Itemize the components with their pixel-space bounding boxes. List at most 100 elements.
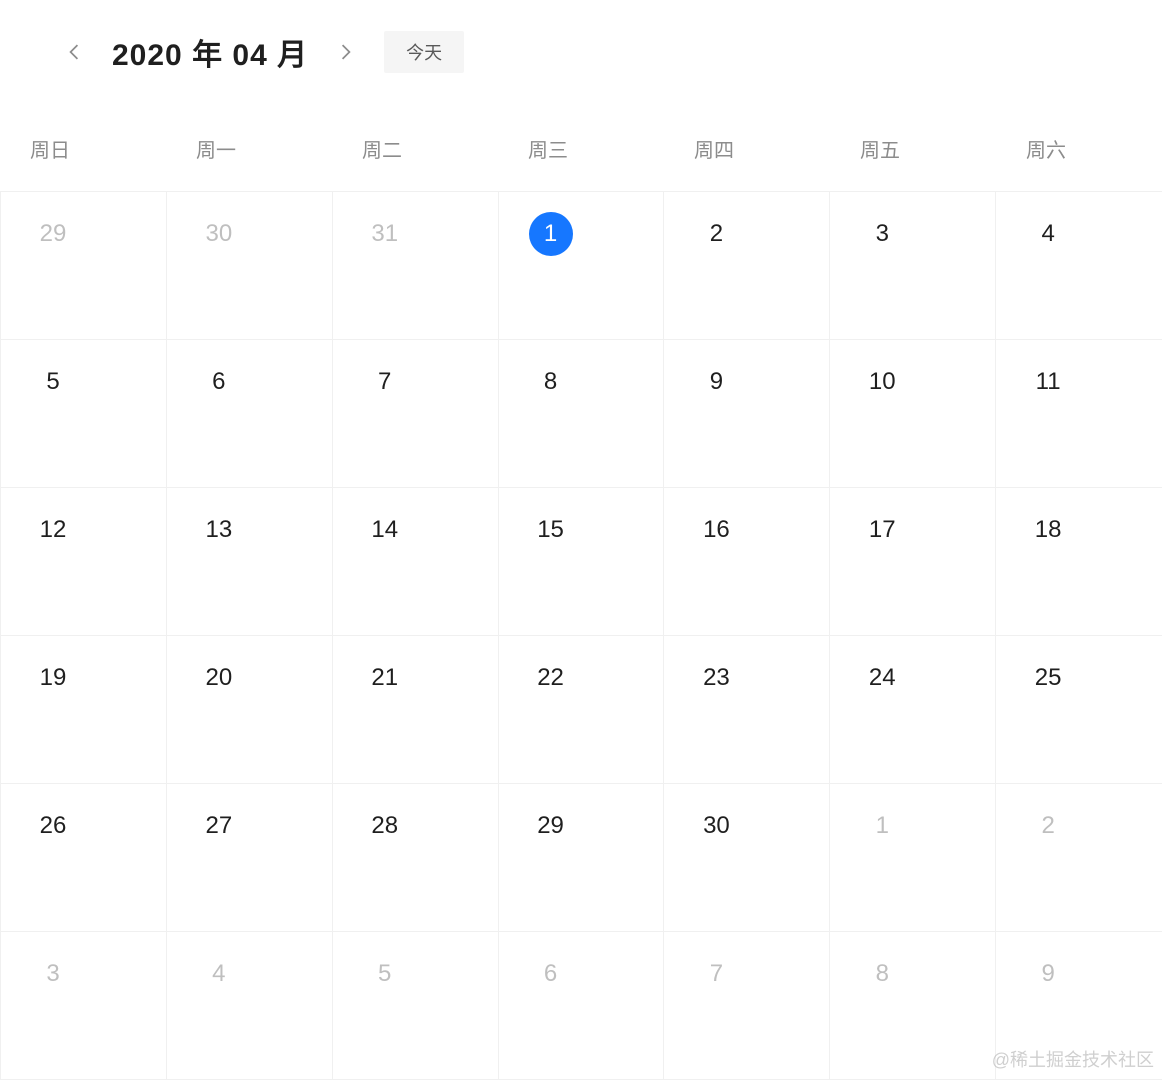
day-number: 12 <box>31 508 75 552</box>
day-cell[interactable]: 5 <box>1 340 167 488</box>
day-number: 6 <box>197 360 241 404</box>
day-number: 30 <box>197 212 241 256</box>
weekday-wed: 周三 <box>498 134 664 163</box>
day-number: 31 <box>363 212 407 256</box>
day-number: 7 <box>694 952 738 996</box>
day-cell[interactable]: 4 <box>996 192 1162 340</box>
day-cell[interactable]: 30 <box>167 192 333 340</box>
day-number: 27 <box>197 804 241 848</box>
day-number: 8 <box>529 360 573 404</box>
day-cell[interactable]: 18 <box>996 488 1162 636</box>
day-number: 7 <box>363 360 407 404</box>
day-number: 2 <box>1026 804 1070 848</box>
weekday-thu: 周四 <box>664 134 830 163</box>
day-number: 19 <box>31 656 75 700</box>
day-number: 18 <box>1026 508 1070 552</box>
day-cell[interactable]: 29 <box>1 192 167 340</box>
day-cell[interactable]: 6 <box>167 340 333 488</box>
day-cell[interactable]: 13 <box>167 488 333 636</box>
day-cell[interactable]: 4 <box>167 932 333 1080</box>
day-number: 1 <box>529 212 573 256</box>
day-cell[interactable]: 7 <box>333 340 499 488</box>
next-month-button[interactable] <box>332 38 360 66</box>
day-cell[interactable]: 29 <box>499 784 665 932</box>
day-cell[interactable]: 28 <box>333 784 499 932</box>
day-number: 4 <box>1026 212 1070 256</box>
day-cell[interactable]: 15 <box>499 488 665 636</box>
day-number: 3 <box>31 952 75 996</box>
day-cell[interactable]: 8 <box>830 932 996 1080</box>
day-number: 29 <box>529 804 573 848</box>
weekday-sat: 周六 <box>996 134 1162 163</box>
day-cell[interactable]: 17 <box>830 488 996 636</box>
day-cell[interactable]: 30 <box>664 784 830 932</box>
day-cell[interactable]: 7 <box>664 932 830 1080</box>
day-cell[interactable]: 27 <box>167 784 333 932</box>
day-number: 9 <box>694 360 738 404</box>
day-number: 10 <box>860 360 904 404</box>
day-cell[interactable]: 20 <box>167 636 333 784</box>
day-number: 1 <box>860 804 904 848</box>
month-title: 2020 年 04 月 <box>112 30 308 74</box>
day-cell[interactable]: 12 <box>1 488 167 636</box>
day-number: 16 <box>694 508 738 552</box>
day-number: 11 <box>1026 360 1070 404</box>
day-cell[interactable]: 5 <box>333 932 499 1080</box>
day-number: 17 <box>860 508 904 552</box>
day-number: 9 <box>1026 952 1070 996</box>
weekday-tue: 周二 <box>332 134 498 163</box>
day-number: 5 <box>363 952 407 996</box>
weekday-row: 周日 周一 周二 周三 周四 周五 周六 <box>0 94 1162 191</box>
day-cell[interactable]: 24 <box>830 636 996 784</box>
day-cell[interactable]: 11 <box>996 340 1162 488</box>
day-cell[interactable]: 19 <box>1 636 167 784</box>
chevron-left-icon <box>69 44 79 60</box>
day-cell[interactable]: 26 <box>1 784 167 932</box>
day-number: 15 <box>529 508 573 552</box>
day-cell[interactable]: 25 <box>996 636 1162 784</box>
day-cell[interactable]: 3 <box>830 192 996 340</box>
prev-month-button[interactable] <box>60 38 88 66</box>
day-cell[interactable]: 14 <box>333 488 499 636</box>
day-cell[interactable]: 8 <box>499 340 665 488</box>
day-number: 2 <box>694 212 738 256</box>
day-cell[interactable]: 23 <box>664 636 830 784</box>
day-number: 22 <box>529 656 573 700</box>
day-cell[interactable]: 1 <box>499 192 665 340</box>
day-cell[interactable]: 16 <box>664 488 830 636</box>
day-number: 3 <box>860 212 904 256</box>
day-number: 21 <box>363 656 407 700</box>
day-cell[interactable]: 3 <box>1 932 167 1080</box>
watermark: @稀土掘金技术社区 <box>992 1046 1154 1072</box>
weekday-fri: 周五 <box>830 134 996 163</box>
day-number: 28 <box>363 804 407 848</box>
day-cell[interactable]: 6 <box>499 932 665 1080</box>
day-number: 13 <box>197 508 241 552</box>
day-number: 30 <box>694 804 738 848</box>
day-number: 6 <box>529 952 573 996</box>
day-cell[interactable]: 2 <box>664 192 830 340</box>
day-cell[interactable]: 9 <box>664 340 830 488</box>
day-number: 23 <box>694 656 738 700</box>
day-cell[interactable]: 31 <box>333 192 499 340</box>
day-number: 29 <box>31 212 75 256</box>
day-number: 4 <box>197 952 241 996</box>
weekday-sun: 周日 <box>0 134 166 163</box>
day-number: 5 <box>31 360 75 404</box>
day-number: 24 <box>860 656 904 700</box>
calendar-header: 2020 年 04 月 今天 <box>0 0 1162 94</box>
day-cell[interactable]: 22 <box>499 636 665 784</box>
day-cell[interactable]: 2 <box>996 784 1162 932</box>
day-number: 20 <box>197 656 241 700</box>
day-number: 26 <box>31 804 75 848</box>
weekday-mon: 周一 <box>166 134 332 163</box>
day-cell[interactable]: 1 <box>830 784 996 932</box>
day-cell[interactable]: 10 <box>830 340 996 488</box>
chevron-right-icon <box>341 44 351 60</box>
day-number: 8 <box>860 952 904 996</box>
today-button[interactable]: 今天 <box>384 31 464 73</box>
calendar-grid: 2930311234567891011121314151617181920212… <box>0 191 1162 1080</box>
day-number: 14 <box>363 508 407 552</box>
day-number: 25 <box>1026 656 1070 700</box>
day-cell[interactable]: 21 <box>333 636 499 784</box>
